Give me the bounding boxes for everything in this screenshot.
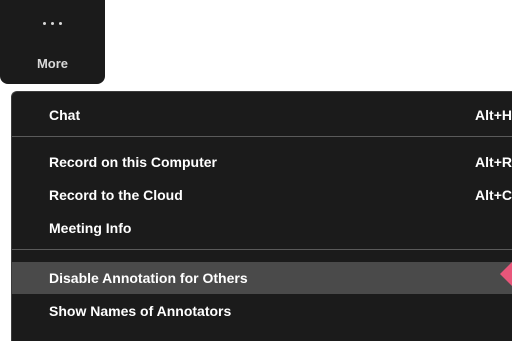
menu-item-shortcut: Alt+H [475, 107, 512, 123]
menu-item-record-cloud[interactable]: Record to the Cloud Alt+C [12, 180, 512, 210]
menu-item-meeting-info[interactable]: Meeting Info [12, 213, 512, 243]
dot [59, 22, 62, 25]
menu-item-disable-annotation[interactable]: Disable Annotation for Others [12, 262, 512, 294]
menu-item-label: Record to the Cloud [49, 187, 183, 203]
dot [43, 22, 46, 25]
more-menu: Chat Alt+H Record on this Computer Alt+R… [11, 91, 512, 341]
menu-item-shortcut: Alt+R [475, 154, 512, 170]
menu-item-label: Disable Annotation for Others [49, 270, 248, 286]
menu-item-label: Meeting Info [49, 220, 132, 236]
menu-separator [12, 136, 512, 137]
more-button[interactable]: More [0, 0, 105, 84]
pointer-arrow-icon [500, 262, 512, 286]
menu-item-label: Chat [49, 107, 81, 123]
ellipsis-icon [0, 22, 105, 25]
dot [51, 22, 54, 25]
more-label: More [36, 56, 69, 71]
menu-item-label: Show Names of Annotators [49, 303, 232, 319]
menu-item-record-computer[interactable]: Record on this Computer Alt+R [12, 147, 512, 177]
menu-item-show-annotators[interactable]: Show Names of Annotators [12, 296, 512, 326]
menu-item-label: Record on this Computer [49, 154, 218, 170]
menu-separator [12, 249, 512, 250]
menu-item-chat[interactable]: Chat Alt+H [12, 100, 512, 130]
menu-item-shortcut: Alt+C [475, 187, 512, 203]
